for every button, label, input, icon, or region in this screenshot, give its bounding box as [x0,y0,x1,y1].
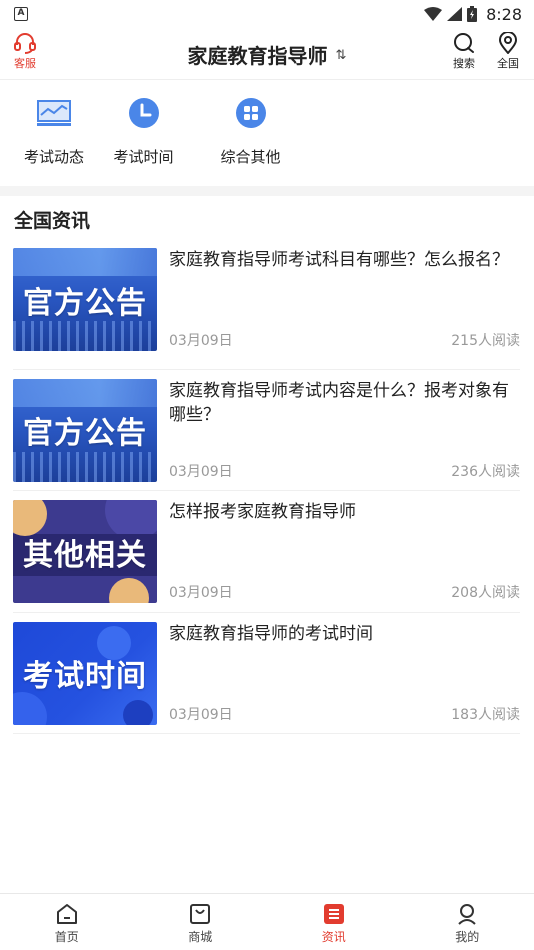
news-date: 03月09日 [169,706,233,723]
status-time: 8:28 [486,4,522,24]
news-read-count: 215人阅读 [451,333,520,349]
section-divider [0,186,534,196]
news-title: 家庭教育指导师考试内容是什么？报考对象有哪些？ [169,380,509,425]
news-item[interactable]: 其他相关 怎样报考家庭教育指导师 03月09日 208人阅读 [13,491,520,613]
category-row: 考试动态 考试时间 综合其他 [0,80,534,186]
news-date: 03月09日 [169,585,233,601]
home-icon [56,904,77,924]
chart-icon [37,96,71,130]
switch-icon: ⇅ [335,47,347,63]
category-exam-news[interactable]: 考试动态 [18,80,90,186]
news-thumbnail: 考试时间 [13,621,157,725]
bottom-nav: 首页 商城 资讯 我的 [0,893,534,950]
wifi-icon [424,7,443,21]
news-title: 家庭教育指导师考试科目有哪些？怎么报名？ [169,250,509,270]
nav-home[interactable]: 首页 [0,894,134,950]
section-title: 全国资讯 [14,210,91,232]
news-title: 家庭教育指导师的考试时间 [169,623,373,644]
clock-icon [127,96,161,130]
news-title: 怎样报考家庭教育指导师 [169,502,356,522]
nav-news[interactable]: 资讯 [267,894,401,950]
thumbnail-text: 考试时间 [23,659,147,694]
category-label: 考试时间 [113,148,174,166]
news-read-count: 183人阅读 [451,706,520,723]
bag-icon [190,904,211,924]
battery-icon [467,6,478,22]
category-label: 综合其他 [220,148,281,166]
app-header: 客服 家庭教育指导师 ⇅ 搜索 全国 [0,28,534,80]
location-pin-icon [498,32,518,54]
news-thumbnail: 官方公告 [13,378,157,482]
nav-label: 首页 [54,930,79,944]
nav-mall[interactable]: 商城 [134,894,268,950]
news-thumbnail: 其他相关 [13,500,157,603]
search-label: 搜索 [453,57,475,70]
search-button[interactable]: 搜索 [450,32,478,71]
news-read-count: 236人阅读 [451,463,520,480]
nav-profile[interactable]: 我的 [401,894,534,950]
nav-label: 商城 [188,930,213,944]
news-date: 03月09日 [169,463,233,480]
signal-icon [447,7,463,21]
news-item[interactable]: 考试时间 家庭教育指导师的考试时间 03月09日 183人阅读 [13,613,520,734]
nav-label: 我的 [455,930,480,944]
status-bar: A 8:28 [0,0,534,28]
news-item[interactable]: 官方公告 家庭教育指导师考试科目有哪些？怎么报名？ 03月09日 215人阅读 [13,248,520,370]
thumbnail-text: 官方公告 [23,416,147,451]
news-icon [323,904,344,924]
region-label: 全国 [497,57,519,70]
category-label: 考试动态 [23,148,84,166]
thumbnail-text: 官方公告 [23,285,147,321]
profile-icon [458,904,476,925]
grid-icon [234,96,268,130]
nav-label: 资讯 [321,930,346,944]
news-list: 官方公告 家庭教育指导师考试科目有哪些？怎么报名？ 03月09日 215人阅读 … [0,248,534,734]
news-date: 03月09日 [169,333,233,349]
news-thumbnail: 官方公告 [13,248,157,351]
news-item[interactable]: 官方公告 家庭教育指导师考试内容是什么？报考对象有哪些？ 03月09日 236人… [13,370,520,491]
notification-a-icon: A [14,7,28,21]
news-read-count: 208人阅读 [451,585,520,601]
status-indicators: 8:28 [424,5,522,24]
region-button[interactable]: 全国 [494,32,522,71]
search-icon [454,33,474,53]
category-other[interactable]: 综合其他 [197,80,304,186]
thumbnail-text: 其他相关 [23,537,147,573]
category-exam-time[interactable]: 考试时间 [90,80,197,186]
page-title: 家庭教育指导师 [187,43,328,68]
